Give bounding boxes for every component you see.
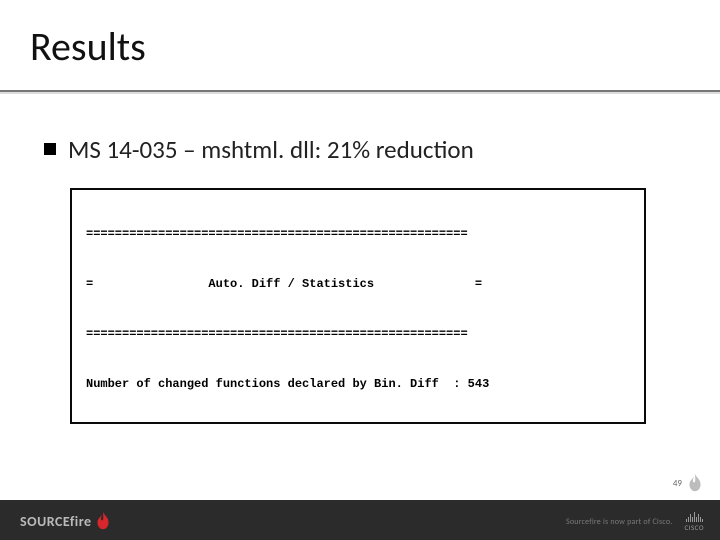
page-title: Results bbox=[30, 22, 146, 71]
slide: Results MS 14-035 – mshtml. dll: 21% red… bbox=[0, 0, 720, 540]
cisco-bars-icon bbox=[686, 512, 703, 522]
code-header: = Auto. Diff / Statistics = bbox=[86, 278, 630, 290]
brand-text: SOURCEfire bbox=[20, 513, 92, 530]
code-panel: ========================================… bbox=[70, 188, 646, 424]
slide-number: 49 bbox=[673, 478, 682, 489]
bullet-marker bbox=[44, 143, 56, 155]
page-number-area: 49 bbox=[673, 474, 702, 492]
flame-icon bbox=[688, 474, 702, 492]
cisco-text: CISCO bbox=[684, 523, 704, 532]
code-row: Number of changed functions declared by … bbox=[86, 378, 630, 390]
bullet-item: MS 14-035 – mshtml. dll: 21% reduction bbox=[44, 134, 474, 165]
footer-right: Sourcefire is now part of Cisco. CISCO bbox=[566, 512, 704, 532]
bullet-text: MS 14-035 – mshtml. dll: 21% reduction bbox=[68, 134, 474, 165]
code-separator: ========================================… bbox=[86, 228, 630, 240]
title-underline bbox=[0, 90, 720, 94]
code-separator: ========================================… bbox=[86, 328, 630, 340]
footer-bar: SOURCEfire Sourcefire is now part of Cis… bbox=[0, 500, 720, 540]
flame-icon bbox=[96, 512, 110, 530]
cisco-logo: CISCO bbox=[684, 512, 704, 532]
footer-tagline: Sourcefire is now part of Cisco. bbox=[566, 517, 672, 527]
footer-brand: SOURCEfire bbox=[20, 512, 110, 530]
